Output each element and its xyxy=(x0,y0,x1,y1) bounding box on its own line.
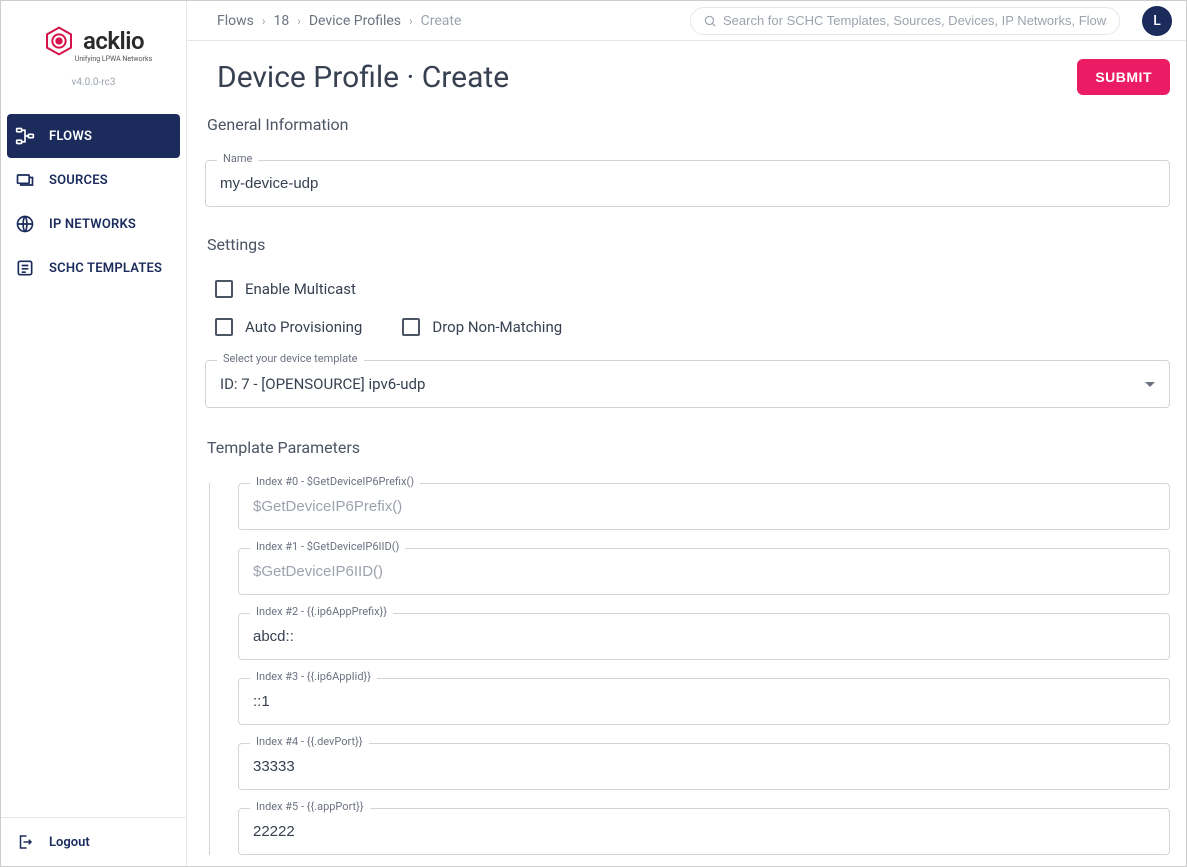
enable-multicast-label: Enable Multicast xyxy=(245,280,356,298)
sources-icon xyxy=(15,170,35,190)
param-input-3[interactable] xyxy=(238,678,1170,725)
brand-logo-icon xyxy=(43,25,75,57)
params-list: Index #0 - $GetDeviceIP6Prefix() Index #… xyxy=(209,483,1170,855)
param-input-4[interactable] xyxy=(238,743,1170,790)
section-settings-title: Settings xyxy=(207,235,1170,254)
chevron-right-icon: › xyxy=(297,14,301,28)
param-label: Index #1 - $GetDeviceIP6IID() xyxy=(250,540,405,553)
param-label: Index #3 - {{.ip6AppIid}} xyxy=(250,670,377,683)
breadcrumb: Flows › 18 › Device Profiles › Create xyxy=(217,13,461,29)
name-field: Name xyxy=(205,160,1170,207)
breadcrumb-current: Create xyxy=(421,13,462,29)
param-input-0[interactable] xyxy=(238,483,1170,530)
logout-button[interactable]: Logout xyxy=(15,832,172,852)
param-input-1[interactable] xyxy=(238,548,1170,595)
sidebar-item-label: IP NETWORKS xyxy=(49,217,136,232)
avatar-initial: L xyxy=(1153,13,1161,29)
drop-non-matching-checkbox[interactable]: Drop Non-Matching xyxy=(402,318,562,336)
param-input-2[interactable] xyxy=(238,613,1170,660)
search-box[interactable] xyxy=(690,7,1120,35)
param-field-4: Index #4 - {{.devPort}} xyxy=(238,743,1170,790)
checkbox-icon xyxy=(215,280,233,298)
chevron-right-icon: › xyxy=(262,14,266,28)
drop-non-matching-label: Drop Non-Matching xyxy=(432,318,562,336)
sidebar-item-schc-templates[interactable]: SCHC TEMPLATES xyxy=(1,246,186,290)
param-input-5[interactable] xyxy=(238,808,1170,855)
schc-templates-icon xyxy=(15,258,35,278)
brand: acklio Unifying LPWA Networks v4.0.0-rc3 xyxy=(1,1,186,96)
sidebar-item-sources[interactable]: SOURCES xyxy=(1,158,186,202)
template-select-field: Select your device template ID: 7 - [OPE… xyxy=(205,360,1170,408)
sidebar-item-label: FLOWS xyxy=(49,129,92,144)
breadcrumb-18[interactable]: 18 xyxy=(273,13,289,29)
template-select-value: ID: 7 - [OPENSOURCE] ipv6-udp xyxy=(220,375,425,393)
sidebar-item-ip-networks[interactable]: IP NETWORKS xyxy=(1,202,186,246)
main-nav: FLOWS SOURCES IP NETWORKS xyxy=(1,114,186,290)
param-label: Index #2 - {{.ip6AppPrefix}} xyxy=(250,605,393,618)
submit-button[interactable]: SUBMIT xyxy=(1077,59,1170,95)
param-field-5: Index #5 - {{.appPort}} xyxy=(238,808,1170,855)
auto-provisioning-checkbox[interactable]: Auto Provisioning xyxy=(215,318,362,336)
name-label: Name xyxy=(217,152,258,165)
breadcrumb-device-profiles[interactable]: Device Profiles xyxy=(309,13,401,29)
ip-networks-icon xyxy=(15,214,35,234)
template-select[interactable]: ID: 7 - [OPENSOURCE] ipv6-udp xyxy=(205,360,1170,408)
sidebar-item-label: SOURCES xyxy=(49,173,108,188)
param-field-0: Index #0 - $GetDeviceIP6Prefix() xyxy=(238,483,1170,530)
logout-icon xyxy=(15,832,35,852)
auto-provisioning-label: Auto Provisioning xyxy=(245,318,362,336)
page-title: Device Profile · Create xyxy=(217,60,509,95)
section-general-title: General Information xyxy=(207,115,1170,134)
param-label: Index #4 - {{.devPort}} xyxy=(250,735,369,748)
param-field-2: Index #2 - {{.ip6AppPrefix}} xyxy=(238,613,1170,660)
name-input[interactable] xyxy=(205,160,1170,207)
section-params-title: Template Parameters xyxy=(207,438,1170,457)
avatar[interactable]: L xyxy=(1142,6,1172,36)
param-label: Index #5 - {{.appPort}} xyxy=(250,800,370,813)
logout-label: Logout xyxy=(49,835,90,850)
checkbox-icon xyxy=(402,318,420,336)
param-field-1: Index #1 - $GetDeviceIP6IID() xyxy=(238,548,1170,595)
topbar: Flows › 18 › Device Profiles › Create L xyxy=(187,1,1186,41)
breadcrumb-flows[interactable]: Flows xyxy=(217,13,254,29)
param-field-3: Index #3 - {{.ip6AppIid}} xyxy=(238,678,1170,725)
template-select-label: Select your device template xyxy=(217,352,364,365)
chevron-right-icon: › xyxy=(409,14,413,28)
chevron-down-icon xyxy=(1145,382,1155,387)
sidebar: acklio Unifying LPWA Networks v4.0.0-rc3… xyxy=(1,1,187,866)
sidebar-item-label: SCHC TEMPLATES xyxy=(49,261,162,276)
param-label: Index #0 - $GetDeviceIP6Prefix() xyxy=(250,475,420,488)
sidebar-item-flows[interactable]: FLOWS xyxy=(7,114,180,158)
brand-version: v4.0.0-rc3 xyxy=(72,77,116,88)
search-icon xyxy=(703,14,717,28)
search-input[interactable] xyxy=(723,13,1107,28)
flows-icon xyxy=(15,126,35,146)
checkbox-icon xyxy=(215,318,233,336)
enable-multicast-checkbox[interactable]: Enable Multicast xyxy=(215,280,356,298)
brand-tagline: Unifying LPWA Networks xyxy=(75,55,152,63)
brand-name: acklio xyxy=(83,27,144,55)
